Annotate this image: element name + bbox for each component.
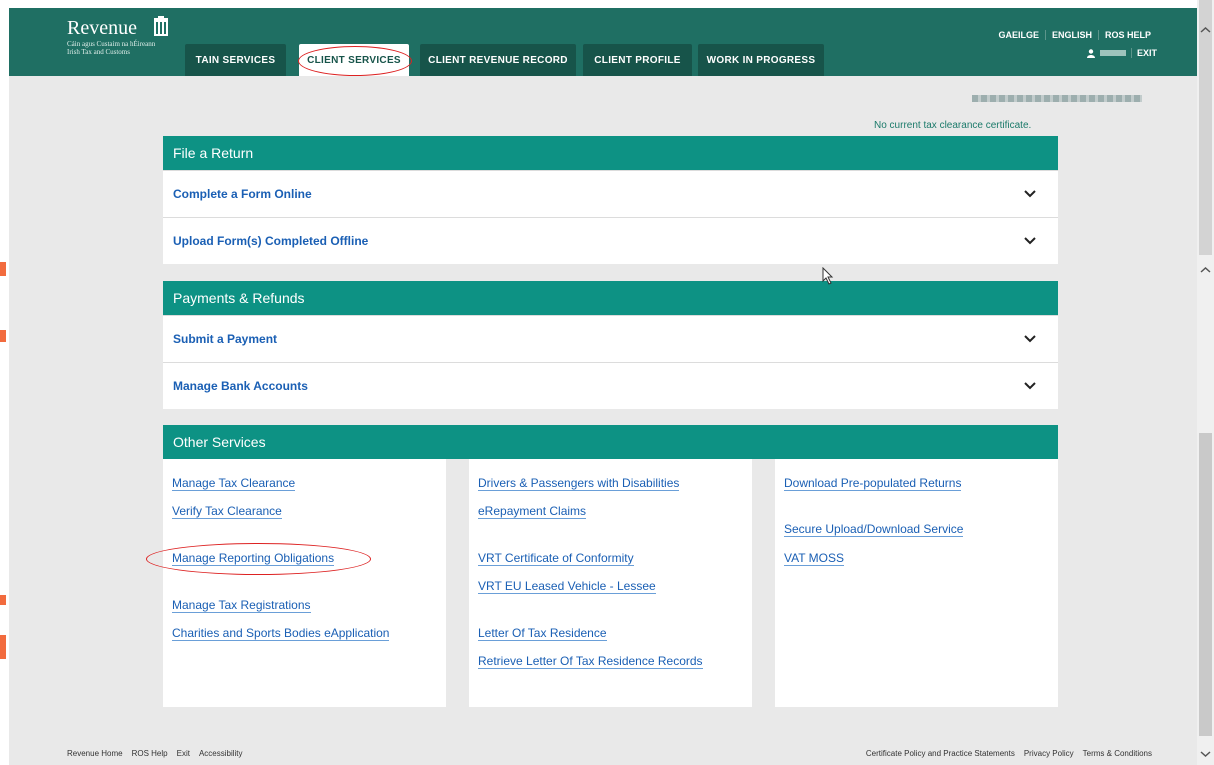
gaeilge-link[interactable]: GAEILGE [992, 30, 1045, 40]
tab-client-profile[interactable]: CLIENT PROFILE [583, 44, 692, 76]
edge-mark [0, 262, 6, 276]
user-bar: EXIT [1086, 48, 1157, 58]
secure-upload-download-link[interactable]: Secure Upload/Download Service [784, 522, 964, 537]
chevron-down-icon[interactable] [1024, 335, 1036, 343]
ros-help-link[interactable]: ROS HELP [1097, 30, 1157, 40]
charities-eapplication-link[interactable]: Charities and Sports Bodies eApplication [172, 626, 390, 641]
footer-right-links: Certificate Policy and Practice Statemen… [866, 749, 1152, 758]
tab-client-revenue-record[interactable]: CLIENT REVENUE RECORD [420, 44, 576, 76]
edge-mark [0, 330, 6, 342]
download-prepopulated-returns-link[interactable]: Download Pre-populated Returns [784, 476, 962, 491]
footer-ros-help-link[interactable]: ROS Help [132, 749, 168, 758]
file-a-return-panel: File a Return Complete a Form Online Upl… [163, 136, 1058, 264]
payments-refunds-panel: Payments & Refunds Submit a Payment Mana… [163, 281, 1058, 409]
panel-title: File a Return [163, 136, 1058, 170]
scrollbar-thumb-outer[interactable] [1199, 0, 1212, 255]
submit-payment-row[interactable]: Submit a Payment [163, 315, 1058, 362]
page-frame: Revenue Cáin agus Custaim na hÉireann Ir… [9, 8, 1197, 765]
accordion-label[interactable]: Upload Form(s) Completed Offline [173, 234, 368, 248]
separator [1130, 48, 1132, 58]
language-links: GAEILGE ENGLISH ROS HELP [992, 30, 1157, 40]
revenue-logo[interactable]: Revenue Cáin agus Custaim na hÉireann Ir… [67, 16, 168, 56]
tab-client-services[interactable]: CLIENT SERVICES [299, 44, 409, 76]
username-redacted [1099, 50, 1126, 56]
manage-reporting-obligations-link[interactable]: Manage Reporting Obligations [172, 551, 335, 566]
accordion-label[interactable]: Submit a Payment [173, 332, 277, 346]
english-link[interactable]: ENGLISH [1044, 30, 1098, 40]
footer-certificate-policy-link[interactable]: Certificate Policy and Practice Statemen… [866, 749, 1015, 758]
accordion-label[interactable]: Manage Bank Accounts [173, 379, 308, 393]
erepayment-claims-link[interactable]: eRepayment Claims [478, 504, 587, 519]
footer-revenue-home-link[interactable]: Revenue Home [67, 749, 123, 758]
tab-work-in-progress[interactable]: WORK IN PROGRESS [698, 44, 824, 76]
harp-icon [154, 16, 168, 36]
client-name-redacted [972, 95, 1142, 102]
scroll-down-icon[interactable] [1200, 750, 1211, 758]
vat-moss-link[interactable]: VAT MOSS [784, 551, 845, 566]
edge-mark [0, 595, 6, 605]
footer-left-links: Revenue Home ROS Help Exit Accessibility [67, 749, 243, 758]
logo-subtitle-irish: Cáin agus Custaim na hÉireann [67, 40, 156, 48]
footer-exit-link[interactable]: Exit [177, 749, 190, 758]
accordion-label[interactable]: Complete a Form Online [173, 187, 312, 201]
mouse-cursor-icon [822, 267, 834, 285]
vrt-eu-leased-vehicle-link[interactable]: VRT EU Leased Vehicle - Lessee [478, 579, 656, 594]
other-services-header: Other Services [163, 425, 1058, 459]
letter-of-tax-residence-link[interactable]: Letter Of Tax Residence [478, 626, 607, 641]
manage-tax-registrations-link[interactable]: Manage Tax Registrations [172, 598, 311, 613]
site-header: Revenue Cáin agus Custaim na hÉireann Ir… [9, 8, 1197, 76]
edge-mark [0, 635, 6, 659]
other-services-col-2: Drivers & Passengers with Disabilities e… [469, 459, 752, 707]
vrt-certificate-conformity-link[interactable]: VRT Certificate of Conformity [478, 551, 634, 566]
chevron-down-icon[interactable] [1024, 190, 1036, 198]
scrollbar-thumb[interactable] [1199, 433, 1212, 736]
vertical-scrollbar[interactable] [1197, 0, 1214, 765]
complete-form-online-row[interactable]: Complete a Form Online [163, 170, 1058, 217]
footer-accessibility-link[interactable]: Accessibility [199, 749, 243, 758]
manage-bank-accounts-row[interactable]: Manage Bank Accounts [163, 362, 1058, 409]
drivers-passengers-disabilities-link[interactable]: Drivers & Passengers with Disabilities [478, 476, 680, 491]
user-icon [1086, 48, 1095, 58]
retrieve-tax-residence-records-link[interactable]: Retrieve Letter Of Tax Residence Records [478, 654, 703, 669]
footer-terms-link[interactable]: Terms & Conditions [1083, 749, 1152, 758]
verify-tax-clearance-link[interactable]: Verify Tax Clearance [172, 504, 282, 519]
chevron-down-icon[interactable] [1024, 382, 1036, 390]
panel-title: Payments & Refunds [163, 281, 1058, 315]
manage-tax-clearance-link[interactable]: Manage Tax Clearance [172, 476, 296, 491]
upload-offline-forms-row[interactable]: Upload Form(s) Completed Offline [163, 217, 1058, 264]
tax-clearance-note: No current tax clearance certificate. [874, 120, 1032, 131]
logo-subtitle-english: Irish Tax and Customs [67, 48, 130, 56]
footer-privacy-policy-link[interactable]: Privacy Policy [1024, 749, 1074, 758]
tab-tain-services[interactable]: TAIN SERVICES [185, 44, 286, 76]
other-services-col-1: Manage Tax Clearance Verify Tax Clearanc… [163, 459, 446, 707]
scroll-up-icon[interactable] [1200, 266, 1211, 274]
scroll-up-icon[interactable] [1200, 26, 1211, 34]
logo-name: Revenue [67, 17, 137, 39]
other-services-col-3: Download Pre-populated Returns Secure Up… [775, 459, 1058, 707]
exit-link[interactable]: EXIT [1137, 48, 1157, 58]
chevron-down-icon[interactable] [1024, 237, 1036, 245]
